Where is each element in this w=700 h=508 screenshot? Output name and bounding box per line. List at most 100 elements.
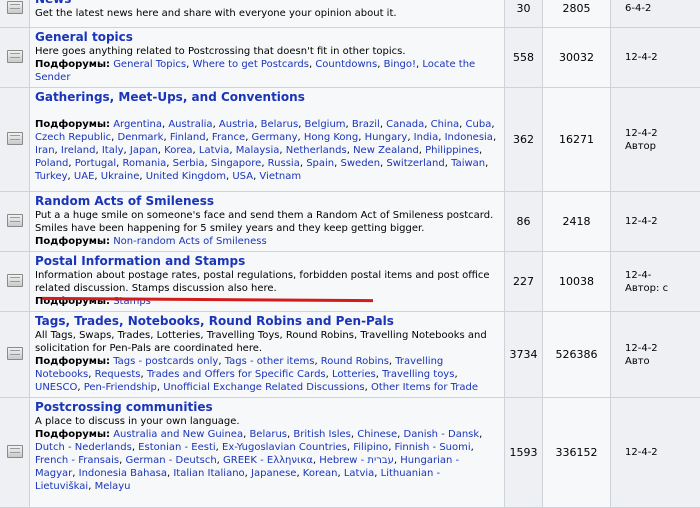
- subforum-link[interactable]: Melayu: [95, 481, 131, 492]
- subforum-link[interactable]: Korean: [303, 468, 338, 479]
- subforum-link[interactable]: Where to get Postcards: [193, 59, 309, 70]
- subforum-link[interactable]: Danish - Dansk: [404, 429, 480, 440]
- subforum-link[interactable]: Taiwan: [451, 158, 485, 169]
- subforum-link[interactable]: UNESCO: [35, 382, 77, 393]
- subforum-link[interactable]: Dutch - Nederlands: [35, 442, 132, 453]
- forum-title-link[interactable]: Gatherings, Meet-Ups, and Conventions: [35, 90, 499, 105]
- subforum-link[interactable]: Brazil: [352, 119, 380, 130]
- subforum-link[interactable]: Travelling toys: [382, 369, 454, 380]
- subforum-link[interactable]: French - Fransais: [35, 455, 119, 466]
- subforum-link[interactable]: Ukraine: [101, 171, 140, 182]
- subforum-link[interactable]: Round Robins: [321, 356, 389, 367]
- last-post-cell[interactable]: 12-4-2Авто: [611, 312, 700, 398]
- last-post-cell[interactable]: 12-4-2Автор: [611, 88, 700, 192]
- subforum-link[interactable]: Ex-Yugoslavian Countries: [222, 442, 347, 453]
- forum-title-link[interactable]: General topics: [35, 30, 499, 45]
- subforum-link[interactable]: Belarus: [261, 119, 299, 130]
- last-post-cell[interactable]: 12-4-2: [611, 398, 700, 508]
- subforum-link[interactable]: Lotteries: [332, 369, 376, 380]
- subforum-link[interactable]: Estonian - Eesti: [138, 442, 216, 453]
- subforum-link[interactable]: China: [431, 119, 460, 130]
- subforum-link[interactable]: Netherlands: [286, 145, 347, 156]
- last-post-text: 12-4-2: [625, 127, 700, 140]
- subforum-link[interactable]: Vietnam: [259, 171, 301, 182]
- subforum-link[interactable]: Hebrew - עברית: [319, 455, 394, 466]
- subforum-link[interactable]: Finnish - Suomi: [395, 442, 471, 453]
- subforum-link[interactable]: Finland: [170, 132, 206, 143]
- subforum-link[interactable]: British Isles: [293, 429, 350, 440]
- subforum-link[interactable]: Spain: [306, 158, 334, 169]
- subforum-link[interactable]: New Zealand: [353, 145, 419, 156]
- forum-title-link[interactable]: Random Acts of Smileness: [35, 194, 499, 209]
- subforum-link[interactable]: Korea: [164, 145, 192, 156]
- subforum-link[interactable]: Tags - other items: [225, 356, 315, 367]
- forum-icon-cell: [0, 252, 30, 312]
- subforum-link[interactable]: Portugal: [75, 158, 116, 169]
- subforum-link[interactable]: Cuba: [466, 119, 492, 130]
- subforum-link[interactable]: Requests: [95, 369, 141, 380]
- last-post-text: 6-4-2: [625, 2, 700, 15]
- subforum-link[interactable]: France: [212, 132, 245, 143]
- subforum-link[interactable]: Argentina: [113, 119, 162, 130]
- subforum-link[interactable]: Countdowns: [315, 59, 377, 70]
- subforum-link[interactable]: Germany: [252, 132, 298, 143]
- subforum-link[interactable]: Unofficial Exchange Related Discussions: [163, 382, 364, 393]
- subforum-link[interactable]: Romania: [123, 158, 167, 169]
- subforum-link[interactable]: German - Deutsch: [126, 455, 217, 466]
- subforum-link[interactable]: India: [414, 132, 439, 143]
- subforums-label: Подфорумы:: [35, 236, 110, 247]
- subforum-link[interactable]: General Topics: [113, 59, 186, 70]
- forum-title-link[interactable]: Postcrossing communities: [35, 400, 499, 415]
- subforum-link[interactable]: Russia: [268, 158, 300, 169]
- subforum-link[interactable]: Iran: [35, 145, 55, 156]
- subforum-link[interactable]: Chinese: [357, 429, 397, 440]
- subforum-link[interactable]: Singapore: [211, 158, 261, 169]
- subforum-link[interactable]: GREEK - Ελληνικα: [223, 455, 313, 466]
- subforum-link[interactable]: Canada: [386, 119, 424, 130]
- subforum-link[interactable]: Poland: [35, 158, 68, 169]
- subforum-link[interactable]: Australia: [168, 119, 212, 130]
- subforum-link[interactable]: Denmark: [118, 132, 164, 143]
- subforum-link[interactable]: Philippines: [425, 145, 479, 156]
- forum-info: Gatherings, Meet-Ups, and Conventions По…: [30, 88, 505, 192]
- subforum-link[interactable]: Pen-Friendship: [84, 382, 157, 393]
- last-post-cell[interactable]: 12-4-Автор: с: [611, 252, 700, 312]
- subforum-link[interactable]: Indonesia Bahasa: [79, 468, 167, 479]
- subforum-link[interactable]: Indonesia: [445, 132, 493, 143]
- subforum-link[interactable]: Latvia: [199, 145, 229, 156]
- last-post-cell[interactable]: 6-4-2: [611, 0, 700, 28]
- last-post-cell[interactable]: 12-4-2: [611, 28, 700, 88]
- subforum-link[interactable]: Belgium: [305, 119, 346, 130]
- subforum-link[interactable]: Austria: [219, 119, 254, 130]
- forum-title-link[interactable]: Postal Information and Stamps: [35, 254, 499, 269]
- subforum-link[interactable]: Ireland: [61, 145, 96, 156]
- forum-icon-cell: [0, 88, 30, 192]
- subforum-link[interactable]: Filipino: [353, 442, 388, 453]
- subforum-link[interactable]: Turkey: [35, 171, 68, 182]
- last-post-cell[interactable]: 12-4-2: [611, 192, 700, 252]
- subforum-link[interactable]: USA: [232, 171, 253, 182]
- subforum-link[interactable]: Australia and New Guinea: [113, 429, 243, 440]
- subforum-link[interactable]: Serbia: [173, 158, 205, 169]
- subforum-link[interactable]: Tags - postcards only: [113, 356, 218, 367]
- subforum-link[interactable]: Belarus: [249, 429, 287, 440]
- subforum-link[interactable]: Non-random Acts of Smileness: [113, 236, 267, 247]
- subforum-link[interactable]: Italian Italiano: [173, 468, 244, 479]
- subforum-link[interactable]: Trades and Offers for Specific Cards: [147, 369, 326, 380]
- subforum-link[interactable]: Czech Republic: [35, 132, 111, 143]
- subforum-link[interactable]: Japan: [130, 145, 158, 156]
- subforum-link[interactable]: Hong Kong: [304, 132, 358, 143]
- subforum-link[interactable]: Switzerland: [386, 158, 444, 169]
- subforum-link[interactable]: Japanese: [251, 468, 296, 479]
- subforum-link[interactable]: Malaysia: [236, 145, 280, 156]
- forum-title-link[interactable]: Tags, Trades, Notebooks, Round Robins an…: [35, 314, 499, 329]
- subforum-link[interactable]: Other Items for Trade: [371, 382, 478, 393]
- subforum-link[interactable]: Latvia: [344, 468, 374, 479]
- subforum-link[interactable]: Hungary: [365, 132, 408, 143]
- subforum-link[interactable]: United Kingdom: [146, 171, 226, 182]
- forum-title-link[interactable]: News: [35, 0, 499, 7]
- subforum-link[interactable]: Bingo!: [384, 59, 416, 70]
- subforum-link[interactable]: Sweden: [341, 158, 381, 169]
- subforum-link[interactable]: Italy: [102, 145, 124, 156]
- subforum-link[interactable]: UAE: [74, 171, 94, 182]
